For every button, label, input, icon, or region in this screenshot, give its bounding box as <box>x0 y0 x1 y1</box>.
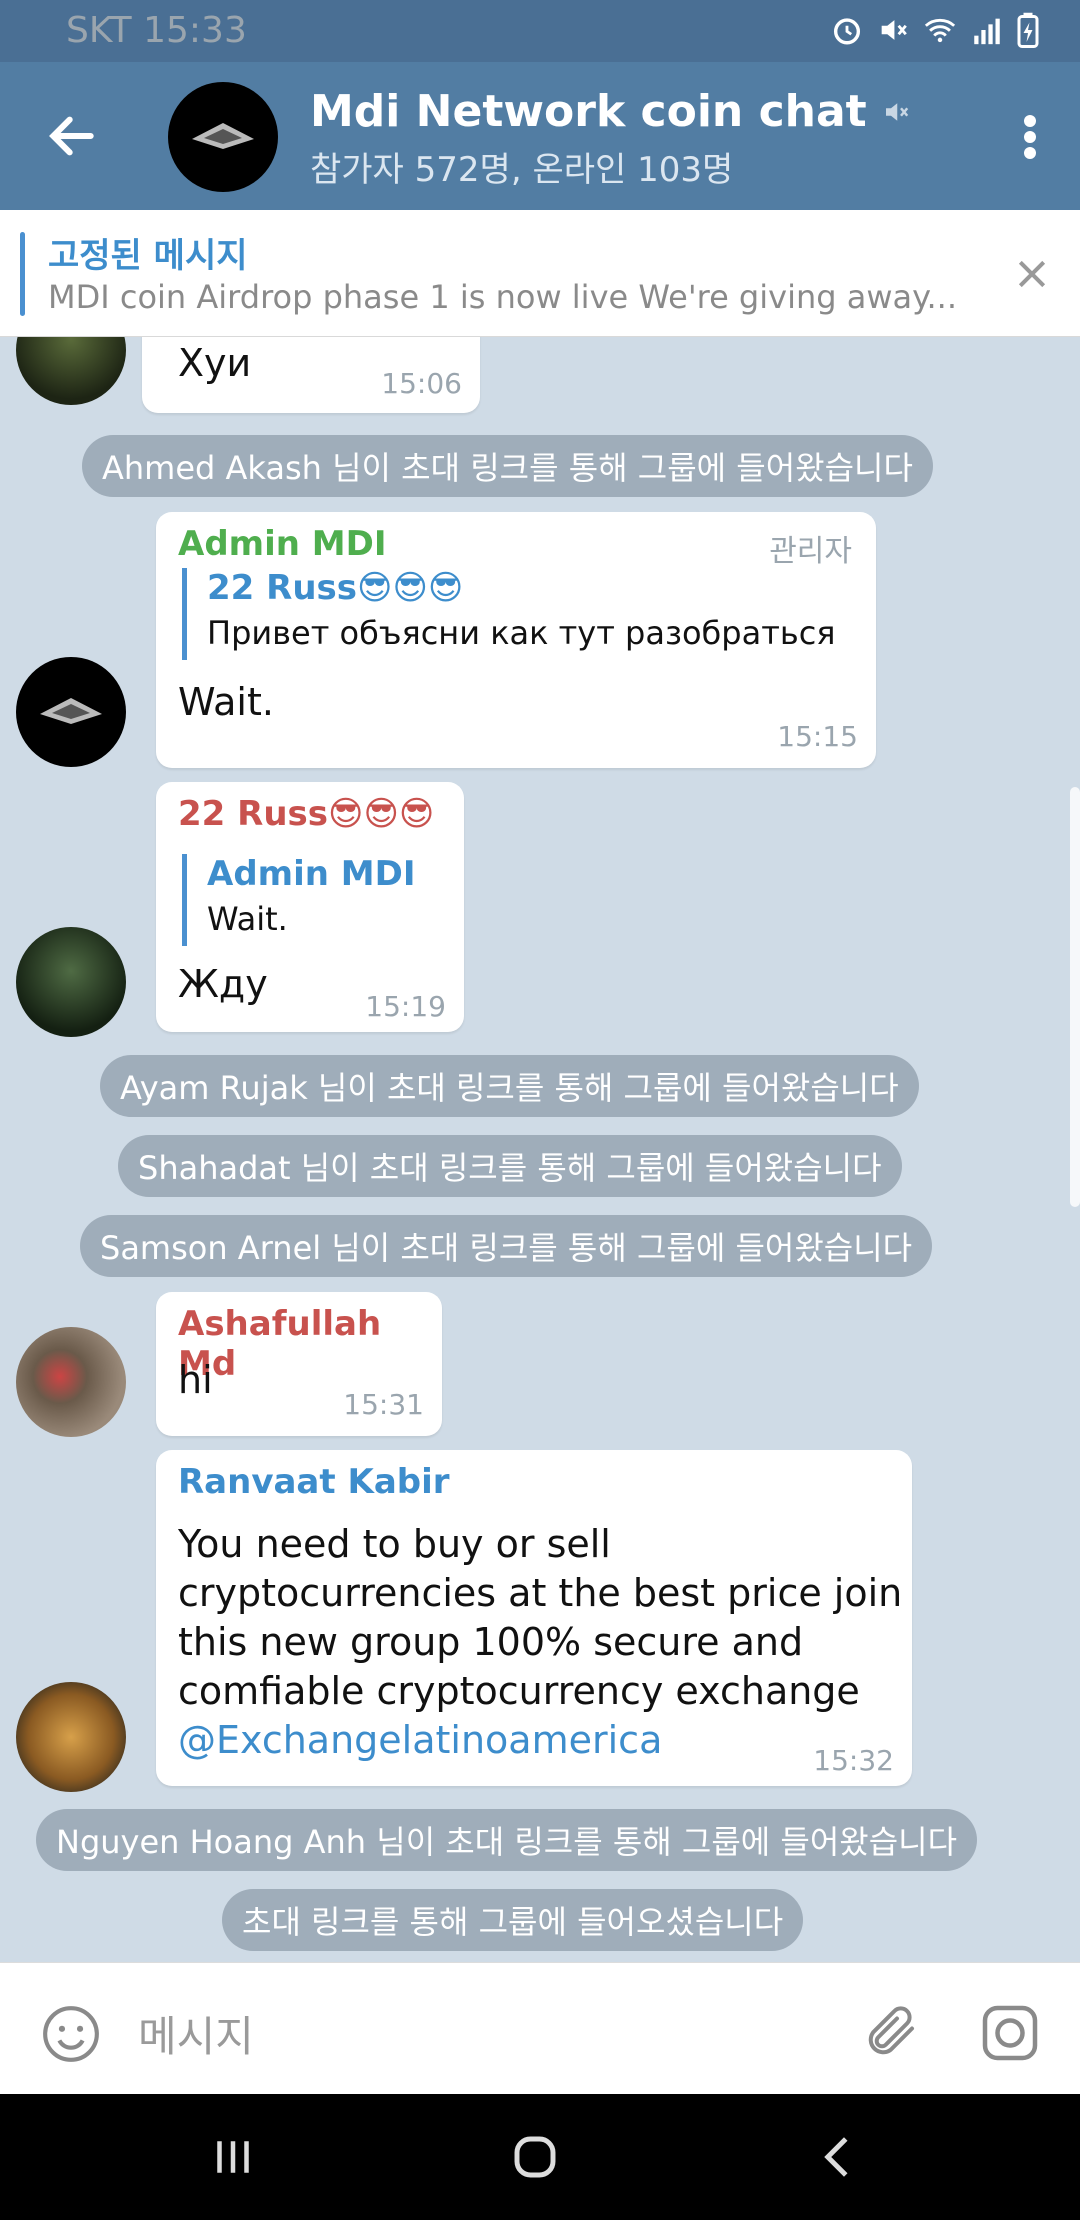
service-message: Ayam Rujak 님이 초대 링크를 통해 그룹에 들어왔습니다 <box>100 1055 919 1117</box>
wifi-icon <box>924 18 956 43</box>
emoji-icon[interactable] <box>40 2003 102 2065</box>
avatar[interactable] <box>16 1682 126 1792</box>
chat-title[interactable]: Mdi Network coin chat <box>310 86 911 137</box>
pinned-text: MDI coin Airdrop phase 1 is now live We'… <box>48 278 957 316</box>
message-time: 15:19 <box>365 990 446 1023</box>
chat-subtitle: 참가자 572명, 온라인 103명 <box>310 150 734 190</box>
system-nav-bar <box>0 2094 1080 2220</box>
pinned-title: 고정된 메시지 <box>48 236 248 276</box>
signal-icon <box>974 18 1000 45</box>
message-input-bar: 메시지 <box>0 1962 1080 2095</box>
service-message: Nguyen Hoang Anh 님이 초대 링크를 통해 그룹에 들어왔습니다 <box>36 1809 978 1871</box>
mdi-logo-icon <box>40 698 102 724</box>
attach-icon[interactable] <box>862 2001 922 2061</box>
status-bar: SKT 15:33 <box>0 0 1080 62</box>
reply-preview[interactable]: 22 Russ😎😎😎 Привет объясни как тут разобр… <box>182 568 836 660</box>
more-options-icon[interactable] <box>1022 112 1038 162</box>
message-text: Жду <box>178 962 268 1006</box>
muted-chat-icon <box>885 102 908 121</box>
pinned-message-bar[interactable]: 고정된 메시지 MDI coin Airdrop phase 1 is now … <box>0 210 1080 337</box>
back-nav-icon[interactable] <box>812 2130 866 2184</box>
message-line: comfiable cryptocurrency exchange <box>178 1669 860 1713</box>
avatar[interactable] <box>16 337 126 405</box>
alarm-icon <box>833 18 861 45</box>
back-arrow-icon[interactable] <box>44 108 100 164</box>
message-bubble[interactable]: Admin MDI 관리자 22 Russ😎😎😎 Привет объясни … <box>156 512 876 768</box>
close-pinned-icon[interactable] <box>1012 254 1052 294</box>
message-text: hi <box>178 1358 213 1402</box>
home-icon[interactable] <box>508 2130 562 2184</box>
service-message: 초대 링크를 통해 그룹에 들어오셨습니다 <box>222 1889 804 1951</box>
chat-header: Mdi Network coin chat 참가자 572명, 온라인 103명 <box>0 62 1080 210</box>
message-time: 15:32 <box>813 1744 894 1777</box>
reply-sender: 22 Russ😎😎😎 <box>207 568 464 608</box>
message-time: 15:31 <box>343 1388 424 1421</box>
message-time: 15:06 <box>381 367 462 400</box>
message-line: this new group 100% secure and <box>178 1620 804 1664</box>
reply-text: Wait. <box>207 900 288 938</box>
message-text: Хуи <box>178 341 252 385</box>
chat-avatar[interactable] <box>168 82 278 192</box>
avatar[interactable] <box>16 1327 126 1437</box>
username-link[interactable]: @Exchangelatinoamerica <box>178 1718 662 1762</box>
avatar[interactable] <box>16 657 126 767</box>
camera-icon[interactable] <box>980 2003 1040 2063</box>
service-message: Shahadat 님이 초대 링크를 통해 그룹에 들어왔습니다 <box>118 1135 902 1197</box>
message-line: cryptocurrencies at the best price join <box>178 1571 903 1615</box>
carrier-time: SKT 15:33 <box>66 10 247 51</box>
service-message: Samson Arnel 님이 초대 링크를 통해 그룹에 들어왔습니다 <box>80 1215 933 1277</box>
message-list[interactable]: Хуи 15:06 Ahmed Akash 님이 초대 링크를 통해 그룹에 들… <box>0 337 1080 1962</box>
reply-sender: Admin MDI <box>207 854 416 894</box>
reply-preview[interactable]: Admin MDI Wait. <box>182 854 415 946</box>
pinned-accent-bar <box>20 232 25 316</box>
sender-name[interactable]: Ashafullah Md <box>178 1304 442 1384</box>
sender-name[interactable]: 22 Russ😎😎😎 <box>178 794 434 834</box>
message-text: Wait. <box>178 680 274 724</box>
sender-name[interactable]: Ranvaat Kabir <box>178 1462 450 1502</box>
message-line: You need to buy or sell <box>178 1522 611 1566</box>
scrollbar[interactable] <box>1070 787 1080 1207</box>
message-bubble[interactable]: Ranvaat Kabir You need to buy or sell cr… <box>156 1450 912 1786</box>
mute-icon <box>881 20 907 40</box>
admin-badge: 관리자 <box>769 534 852 569</box>
mdi-logo-icon <box>192 123 254 149</box>
status-icons <box>830 12 1040 48</box>
message-bubble[interactable]: 22 Russ😎😎😎 Admin MDI Wait. Жду 15:19 <box>156 782 464 1032</box>
reply-text: Привет объясни как тут разобраться <box>207 614 836 652</box>
service-message: Ahmed Akash 님이 초대 링크를 통해 그룹에 들어왔습니다 <box>82 435 933 497</box>
message-input[interactable]: 메시지 <box>138 2003 254 2064</box>
recent-apps-icon[interactable] <box>206 2130 260 2184</box>
message-bubble[interactable]: Хуи 15:06 <box>142 337 480 413</box>
chat-title-text: Mdi Network coin chat <box>310 86 867 137</box>
message-time: 15:15 <box>777 720 858 753</box>
battery-icon <box>1017 12 1039 48</box>
sender-name[interactable]: Admin MDI <box>178 524 386 564</box>
avatar[interactable] <box>16 927 126 1037</box>
message-bubble[interactable]: Ashafullah Md hi 15:31 <box>156 1292 442 1436</box>
